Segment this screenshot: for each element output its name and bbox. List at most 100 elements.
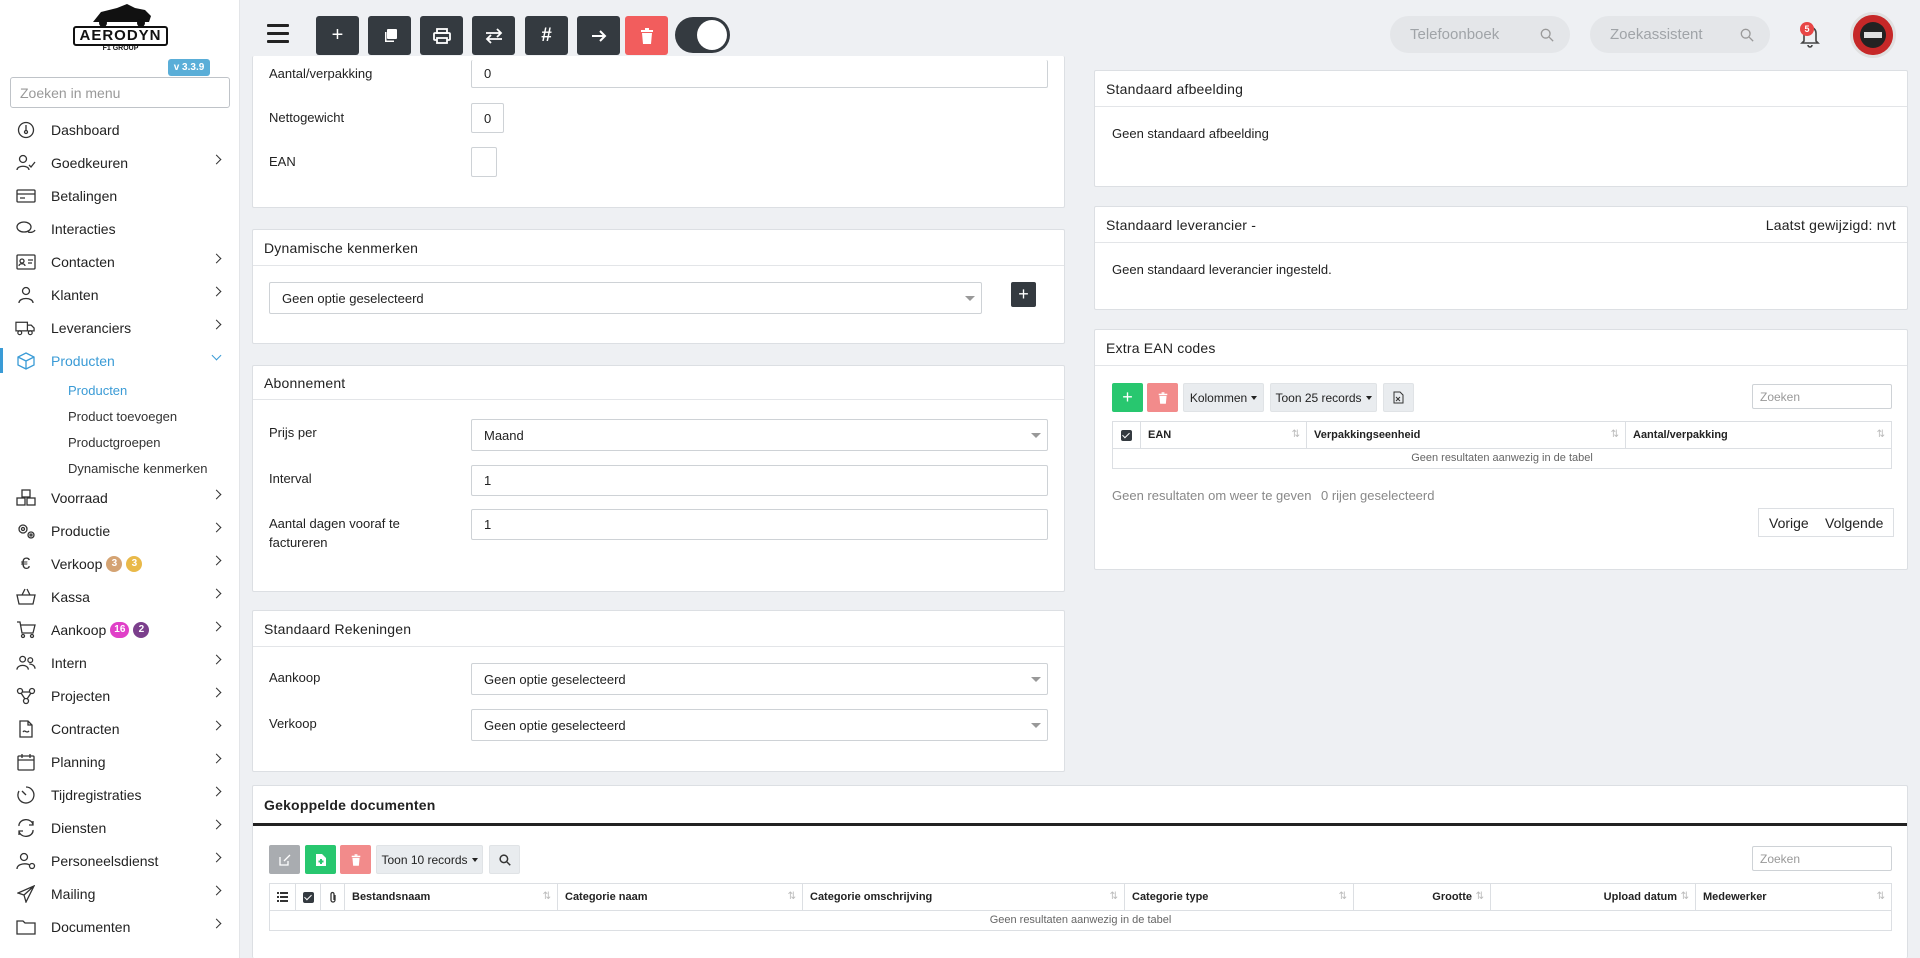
select-all-checkbox[interactable] [296,884,321,910]
dashboard-icon [15,121,36,139]
sidebar-item-planning[interactable]: Planning [0,745,240,778]
chevron-right-icon [211,489,222,500]
logo[interactable]: AERODYN F1 GROUP [73,2,168,54]
print-button[interactable] [420,16,463,55]
nettogewicht-input[interactable]: 0 [471,103,505,133]
columns-label: Kolommen [1189,390,1248,405]
ean-input[interactable] [471,147,497,177]
interval-input[interactable]: 1 [471,465,1048,496]
sidebar-item-betalingen[interactable]: Betalingen [0,179,240,212]
column-header-label: Categorie naam [565,891,648,903]
dynamic-attribute-select[interactable]: Geen optie geselecteerd [269,282,982,314]
swap-button[interactable] [472,16,515,55]
column-header-label: Medewerker [1703,891,1767,903]
assistant-search-input[interactable] [1610,26,1740,43]
sidebar-item-producten[interactable]: Producten [0,344,240,377]
sidebar-item-contracten[interactable]: Contracten [0,712,240,745]
sidebar-item-voorraad[interactable]: Voorraad [0,481,240,514]
search-icon[interactable] [1740,27,1754,43]
sidebar-subitem-producten[interactable]: Producten [0,377,240,403]
upload-document-button[interactable] [305,845,336,874]
sidebar-subitem-product-toevoegen[interactable]: Product toevoegen [0,403,240,429]
column-toggle-header[interactable] [270,884,296,910]
delete-document-button[interactable] [340,845,371,874]
caret-down-icon [1251,395,1258,400]
default-accounts-panel: Standaard Rekeningen Aankoop Geen optie … [252,610,1065,772]
ean-search-input[interactable] [1752,384,1892,409]
aantal-input[interactable]: 0 [471,60,1048,88]
sidebar-subitem-dynamische-kenmerken[interactable]: Dynamische kenmerken [0,455,240,481]
sidebar-item-dashboard[interactable]: Dashboard [0,113,240,146]
add-ean-button[interactable]: + [1112,383,1143,412]
next-page-button[interactable]: Volgende [1815,508,1895,537]
mode-toggle[interactable] [675,17,730,53]
aantal-label: Aantal/verpakking [269,66,373,81]
phonebook-search [1390,16,1570,53]
sidebar-item-kassa[interactable]: Kassa [0,580,240,613]
sidebar-item-goedkeuren[interactable]: Goedkeuren [0,146,240,179]
sidebar-item-leveranciers[interactable]: Leveranciers [0,311,240,344]
panel-header: Gekoppelde documenten [253,786,1907,826]
sidebar-item-projecten[interactable]: Projecten [0,679,240,712]
sidebar-item-verkoop[interactable]: € Verkoop 3 3 [0,547,240,580]
sort-icon: ⇅ [1876,429,1885,440]
phonebook-search-input[interactable] [1410,26,1540,43]
page-length-dropdown-button[interactable]: Toon 25 records [1270,383,1377,412]
sidebar-item-productie[interactable]: Productie [0,514,240,547]
sidebar-item-personeelsdienst[interactable]: Personeelsdienst [0,844,240,877]
add-button[interactable]: + [316,16,359,55]
column-header-grootte[interactable]: Grootte ⇅ [1354,884,1491,910]
avatar[interactable] [1850,12,1896,58]
prijs-per-select[interactable]: Maand [471,419,1048,451]
dagen-vooraf-input[interactable]: 1 [471,509,1048,540]
sidebar-item-tijdregistraties[interactable]: Tijdregistraties [0,778,240,811]
sidebar-item-intern[interactable]: Intern [0,646,240,679]
column-header-verpakkingseenheid[interactable]: Verpakkingseenheid ⇅ [1307,422,1626,448]
column-header-categorie-type[interactable]: Categorie type ⇅ [1125,884,1354,910]
sidebar-item-documenten[interactable]: Documenten [0,910,240,943]
column-header-categorie-omschrijving[interactable]: Categorie omschrijving ⇅ [803,884,1125,910]
box-icon [15,351,36,370]
sidebar-subitem-productgroepen[interactable]: Productgroepen [0,429,240,455]
documents-search-input[interactable] [1752,846,1892,871]
documents-search-button[interactable] [489,845,520,874]
sidebar-item-mailing[interactable]: Mailing [0,877,240,910]
documents-page-length-button[interactable]: Toon 10 records [376,845,483,874]
aankoop-account-select[interactable]: Geen optie geselecteerd [471,663,1048,695]
search-icon[interactable] [1540,27,1554,43]
column-header-bestandsnaam[interactable]: Bestandsnaam ⇅ [345,884,558,910]
delete-ean-button[interactable] [1147,383,1178,412]
sidebar: AERODYN F1 GROUP v 3.3.9 Dashboard Goedk… [0,0,240,958]
column-header-categorie-naam[interactable]: Categorie naam ⇅ [558,884,803,910]
sidebar-item-klanten[interactable]: Klanten [0,278,240,311]
forward-button[interactable] [577,16,620,55]
add-attribute-button[interactable]: + [1011,282,1036,307]
column-header-label: Verpakkingseenheid [1314,429,1421,441]
sidebar-item-aankoop[interactable]: Aankoop 16 2 [0,613,240,646]
edit-document-button[interactable] [269,845,300,874]
sidebar-item-diensten[interactable]: Diensten [0,811,240,844]
contact-card-icon [15,253,36,271]
delete-button[interactable] [625,16,668,55]
column-header-label: Aantal/verpakking [1633,429,1728,441]
page-length-label: Toon 25 records [1275,390,1362,405]
column-header-aantal[interactable]: Aantal/verpakking ⇅ [1626,422,1891,448]
hamburger-menu-icon[interactable] [267,24,289,44]
previous-page-button[interactable]: Vorige [1758,508,1820,537]
sidebar-item-contacten[interactable]: Contacten [0,245,240,278]
duplicate-button[interactable] [368,16,411,55]
sidebar-item-interacties[interactable]: Interacties [0,212,240,245]
chevron-right-icon [211,819,222,830]
checkbox-icon [1121,429,1132,441]
column-header-ean[interactable]: EAN ⇅ [1141,422,1307,448]
chevron-right-icon [211,687,222,698]
export-excel-button[interactable] [1383,383,1414,412]
columns-dropdown-button[interactable]: Kolommen [1183,383,1264,412]
menu-search-input[interactable] [10,77,230,108]
select-all-checkbox[interactable] [1113,422,1141,448]
column-header-medewerker[interactable]: Medewerker ⇅ [1696,884,1891,910]
verkoop-account-select[interactable]: Geen optie geselecteerd [471,709,1048,741]
column-header-upload-datum[interactable]: Upload datum ⇅ [1491,884,1696,910]
number-button[interactable]: # [525,16,568,55]
ean-selected-count: 0 rijen geselecteerd [1321,488,1435,503]
